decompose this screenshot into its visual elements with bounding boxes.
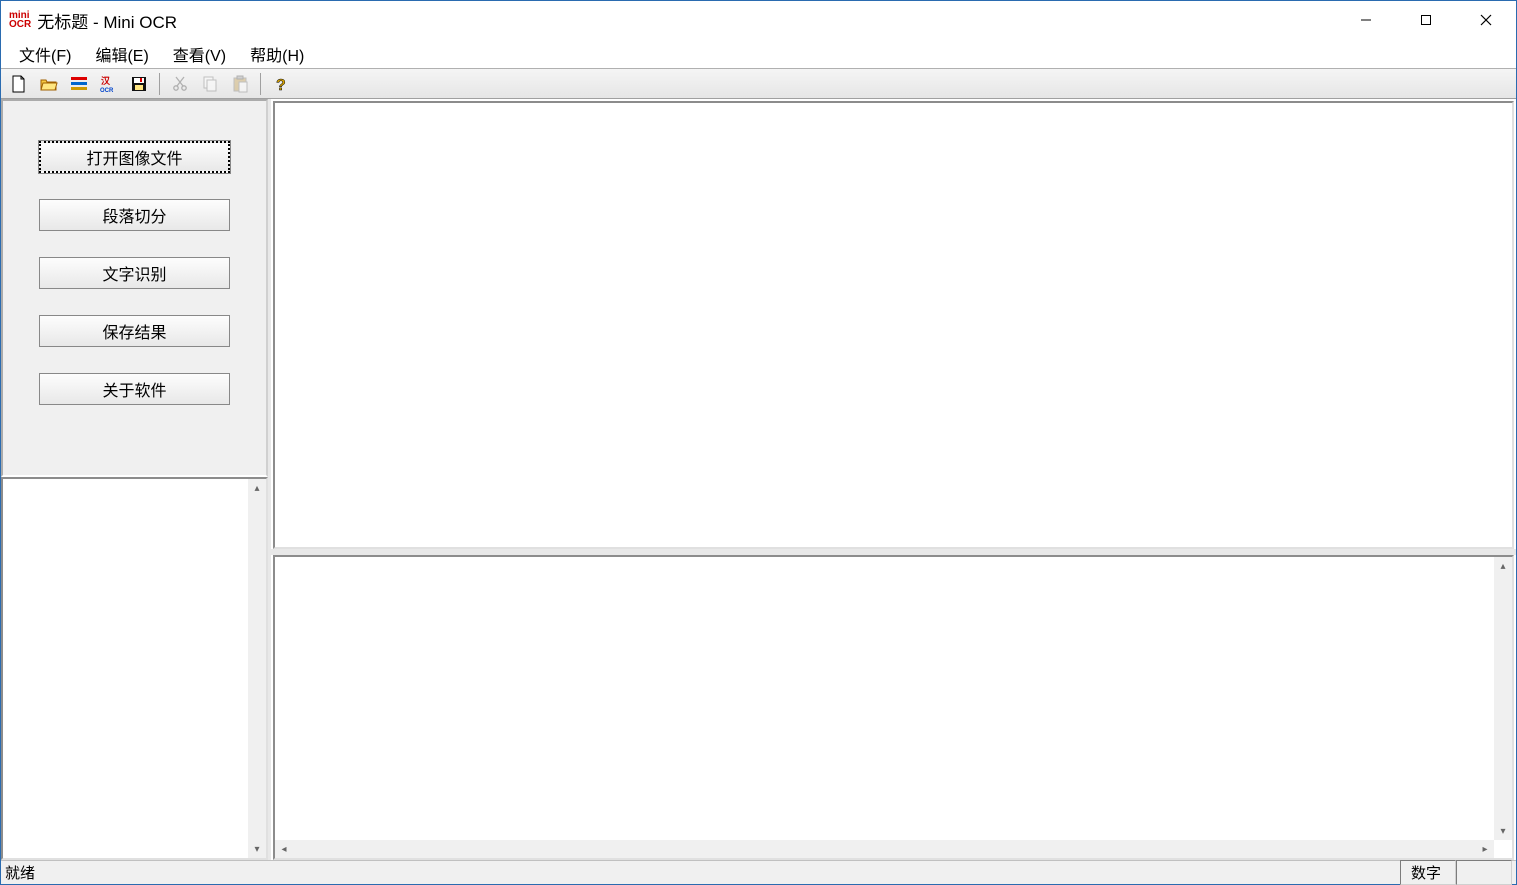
sidebar: 打开图像文件 段落切分 文字识别 保存结果 关于软件 — [1, 99, 268, 477]
statusbar: 就绪 数字 — [1, 860, 1516, 884]
menubar: 文件(F) 编辑(E) 查看(V) 帮助(H) — [1, 39, 1516, 69]
about-button[interactable]: 关于软件 — [39, 373, 230, 405]
toolbar-save-button[interactable] — [125, 71, 153, 97]
toolbar: 汉 OCR ? — [1, 69, 1516, 99]
main-area: 打开图像文件 段落切分 文字识别 保存结果 关于软件 ▴ ▾ ▴ ▾ ◂ ▸ — [1, 99, 1516, 860]
copy-icon — [201, 75, 219, 93]
menu-edit[interactable]: 编辑(E) — [83, 39, 160, 69]
image-pane[interactable] — [273, 101, 1514, 549]
scroll-down-icon[interactable]: ▾ — [1494, 822, 1512, 840]
open-folder-icon — [40, 75, 58, 93]
titlebar-left: mini OCR 无标题 - Mini OCR — [9, 8, 177, 33]
cut-icon — [171, 75, 189, 93]
maximize-button[interactable] — [1396, 1, 1456, 39]
save-result-button[interactable]: 保存结果 — [39, 315, 230, 347]
ocr-icon: 汉 OCR — [99, 75, 119, 93]
toolbar-open-button[interactable] — [35, 71, 63, 97]
minimize-button[interactable] — [1336, 1, 1396, 39]
close-button[interactable] — [1456, 1, 1516, 39]
toolbar-segment-button[interactable] — [65, 71, 93, 97]
toolbar-ocr-button[interactable]: 汉 OCR — [95, 71, 123, 97]
app-icon-bottom: OCR — [9, 20, 31, 29]
window-controls — [1336, 1, 1516, 39]
toolbar-paste-button[interactable] — [226, 71, 254, 97]
new-file-icon — [10, 75, 28, 93]
thumbnail-pane[interactable]: ▴ ▾ — [1, 477, 268, 860]
status-empty-cell — [1456, 860, 1512, 885]
svg-text:?: ? — [276, 77, 286, 93]
status-numlock: 数字 — [1400, 860, 1456, 885]
close-icon — [1480, 14, 1492, 26]
thumbnail-scrollbar[interactable]: ▴ ▾ — [248, 479, 266, 858]
menu-help[interactable]: 帮助(H) — [238, 39, 316, 69]
right-column: ▴ ▾ ◂ ▸ — [268, 99, 1516, 860]
help-icon: ? — [272, 75, 290, 93]
text-scrollbar-vertical[interactable]: ▴ ▾ — [1494, 557, 1512, 840]
scroll-down-icon[interactable]: ▾ — [248, 840, 266, 858]
paste-icon — [231, 75, 249, 93]
app-icon: mini OCR — [9, 11, 31, 29]
segment-button[interactable]: 段落切分 — [39, 199, 230, 231]
maximize-icon — [1420, 14, 1432, 26]
toolbar-cut-button[interactable] — [166, 71, 194, 97]
recognize-button[interactable]: 文字识别 — [39, 257, 230, 289]
minimize-icon — [1360, 14, 1372, 26]
toolbar-separator — [260, 73, 261, 95]
menu-file[interactable]: 文件(F) — [7, 39, 83, 69]
toolbar-new-button[interactable] — [5, 71, 33, 97]
segment-icon — [70, 75, 88, 93]
toolbar-copy-button[interactable] — [196, 71, 224, 97]
toolbar-separator — [159, 73, 160, 95]
svg-text:OCR: OCR — [100, 88, 114, 93]
scroll-left-icon[interactable]: ◂ — [275, 840, 293, 858]
svg-text:汉: 汉 — [101, 75, 111, 86]
menu-view[interactable]: 查看(V) — [161, 39, 238, 69]
status-ready: 就绪 — [5, 862, 35, 883]
status-right: 数字 — [1400, 860, 1512, 885]
titlebar: mini OCR 无标题 - Mini OCR — [1, 1, 1516, 39]
scroll-up-icon[interactable]: ▴ — [248, 479, 266, 497]
scroll-up-icon[interactable]: ▴ — [1494, 557, 1512, 575]
open-image-button[interactable]: 打开图像文件 — [39, 141, 230, 173]
left-column: 打开图像文件 段落切分 文字识别 保存结果 关于软件 ▴ ▾ — [1, 99, 268, 860]
toolbar-help-button[interactable]: ? — [267, 71, 295, 97]
window-title: 无标题 - Mini OCR — [37, 8, 177, 33]
save-icon — [130, 75, 148, 93]
text-scrollbar-horizontal[interactable]: ◂ ▸ — [275, 840, 1494, 858]
scroll-right-icon[interactable]: ▸ — [1476, 840, 1494, 858]
text-output-pane[interactable]: ▴ ▾ ◂ ▸ — [273, 555, 1514, 860]
